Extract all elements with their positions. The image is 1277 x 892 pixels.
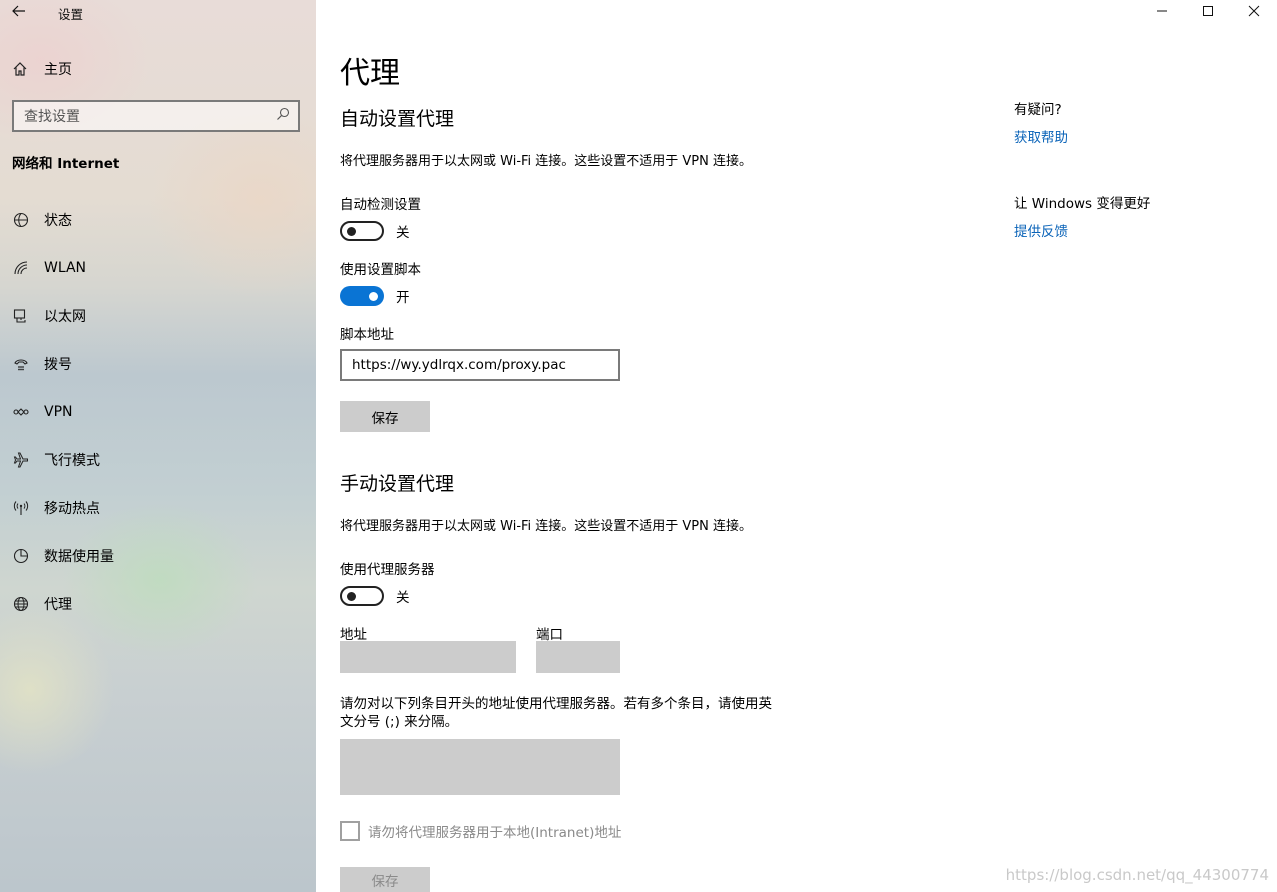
home-label: 主页 (44, 62, 72, 78)
main-content: 代理 自动设置代理 将代理服务器用于以太网或 Wi-Fi 连接。这些设置不适用于… (316, 0, 1277, 892)
improve-windows-text: 让 Windows 变得更好 (1014, 196, 1151, 212)
sidebar-item-status[interactable]: 状态 (0, 196, 316, 244)
sidebar-item-airplane[interactable]: 飞行模式 (0, 436, 316, 484)
sidebar-item-label: 状态 (44, 213, 72, 229)
search-placeholder: 查找设置 (24, 109, 80, 125)
get-help-link[interactable]: 获取帮助 (1014, 126, 1068, 146)
ethernet-icon (12, 307, 30, 325)
use-script-label: 使用设置脚本 (340, 262, 421, 278)
auto-detect-label: 自动检测设置 (340, 197, 421, 213)
airplane-icon (12, 451, 30, 469)
script-address-label: 脚本地址 (340, 327, 394, 343)
manual-proxy-description: 将代理服务器用于以太网或 Wi-Fi 连接。这些设置不适用于 VPN 连接。 (340, 519, 753, 534)
sidebar: 设置 主页 查找设置 网络和 Internet 状态 WLAN 以太网 拨号 V… (0, 0, 316, 892)
sidebar-item-label: 数据使用量 (44, 549, 114, 565)
script-address-value: https://wy.ydlrqx.com/proxy.pac (352, 357, 566, 373)
toggle-switch[interactable] (340, 286, 384, 306)
vpn-icon (12, 403, 30, 421)
sidebar-item-hotspot[interactable]: 移动热点 (0, 484, 316, 532)
help-section: 有疑问? 获取帮助 (1014, 98, 1068, 146)
sidebar-item-data-usage[interactable]: 数据使用量 (0, 532, 316, 580)
titlebar-left: 设置 (0, 0, 83, 26)
close-button[interactable] (1231, 0, 1277, 26)
proxy-port-input[interactable] (536, 641, 620, 673)
dialup-icon (12, 355, 30, 373)
auto-proxy-heading: 自动设置代理 (340, 108, 455, 130)
window-controls (1139, 0, 1277, 26)
minimize-button[interactable] (1139, 0, 1185, 26)
sidebar-item-label: 以太网 (44, 309, 86, 325)
home-nav-item[interactable]: 主页 (12, 58, 72, 80)
maximize-button[interactable] (1185, 0, 1231, 26)
use-proxy-toggle[interactable]: 关 (340, 586, 410, 606)
exceptions-description: 请勿对以下列条目开头的地址使用代理服务器。若有多个条目，请使用英 文分号 (;)… (340, 695, 800, 731)
toggle-state-text: 关 (396, 590, 410, 606)
maximize-icon (1202, 5, 1214, 21)
manual-proxy-heading: 手动设置代理 (340, 473, 455, 495)
back-arrow-icon (12, 5, 26, 21)
toggle-state-text: 关 (396, 225, 410, 241)
auto-detect-toggle[interactable]: 关 (340, 221, 410, 241)
proxy-port-label: 端口 (536, 627, 563, 643)
exceptions-description-line: 请勿对以下列条目开头的地址使用代理服务器。若有多个条目，请使用英 (340, 696, 772, 712)
use-proxy-label: 使用代理服务器 (340, 562, 435, 578)
local-bypass-checkbox[interactable] (340, 821, 360, 841)
page-title: 代理 (340, 56, 400, 91)
script-address-input[interactable]: https://wy.ydlrqx.com/proxy.pac (340, 349, 620, 381)
sidebar-item-label: 移动热点 (44, 501, 100, 517)
sidebar-item-label: 代理 (44, 597, 72, 613)
sidebar-item-label: WLAN (44, 260, 87, 276)
manual-save-button[interactable]: 保存 (340, 867, 430, 892)
data-usage-icon (12, 547, 30, 565)
close-icon (1248, 5, 1260, 21)
local-bypass-label: 请勿将代理服务器用于本地(Intranet)地址 (368, 825, 622, 841)
give-feedback-link[interactable]: 提供反馈 (1014, 220, 1150, 240)
search-icon (276, 107, 290, 125)
wifi-icon (12, 259, 30, 277)
exceptions-description-line: 文分号 (;) 来分隔。 (340, 714, 459, 730)
sidebar-item-label: 拨号 (44, 357, 72, 373)
auto-proxy-description: 将代理服务器用于以太网或 Wi-Fi 连接。这些设置不适用于 VPN 连接。 (340, 154, 753, 169)
sidebar-item-dialup[interactable]: 拨号 (0, 340, 316, 388)
search-input[interactable]: 查找设置 (12, 100, 300, 132)
home-icon (12, 61, 30, 77)
toggle-knob (369, 291, 378, 301)
toggle-switch[interactable] (340, 586, 384, 606)
app-title: 设置 (58, 6, 84, 22)
sidebar-item-label: VPN (44, 404, 73, 420)
help-question: 有疑问? (1014, 102, 1062, 118)
toggle-switch[interactable] (340, 221, 384, 241)
proxy-address-label: 地址 (340, 627, 367, 643)
status-icon (12, 211, 30, 229)
sidebar-item-proxy[interactable]: 代理 (0, 580, 316, 628)
globe-icon (12, 595, 30, 613)
minimize-icon (1156, 5, 1168, 21)
proxy-address-input[interactable] (340, 641, 516, 673)
auto-save-button[interactable]: 保存 (340, 401, 430, 432)
watermark-text: https://blog.csdn.net/qq_44300774 (1005, 866, 1269, 884)
toggle-knob (347, 227, 356, 236)
sidebar-item-vpn[interactable]: VPN (0, 388, 316, 436)
toggle-knob (347, 592, 356, 601)
back-button[interactable] (0, 0, 38, 26)
sidebar-item-label: 飞行模式 (44, 453, 100, 469)
use-script-toggle[interactable]: 开 (340, 286, 410, 306)
sidebar-item-wlan[interactable]: WLAN (0, 244, 316, 292)
sidebar-item-ethernet[interactable]: 以太网 (0, 292, 316, 340)
feedback-section: 让 Windows 变得更好 提供反馈 (1014, 192, 1150, 240)
sidebar-section-title: 网络和 Internet (12, 156, 120, 172)
hotspot-icon (12, 499, 30, 517)
local-bypass-checkbox-row[interactable]: 请勿将代理服务器用于本地(Intranet)地址 (340, 821, 621, 841)
sidebar-nav: 状态 WLAN 以太网 拨号 VPN 飞行模式 移动热点 数据使用量 代理 (0, 196, 316, 628)
toggle-state-text: 开 (396, 290, 410, 306)
exceptions-textarea[interactable] (340, 739, 620, 795)
